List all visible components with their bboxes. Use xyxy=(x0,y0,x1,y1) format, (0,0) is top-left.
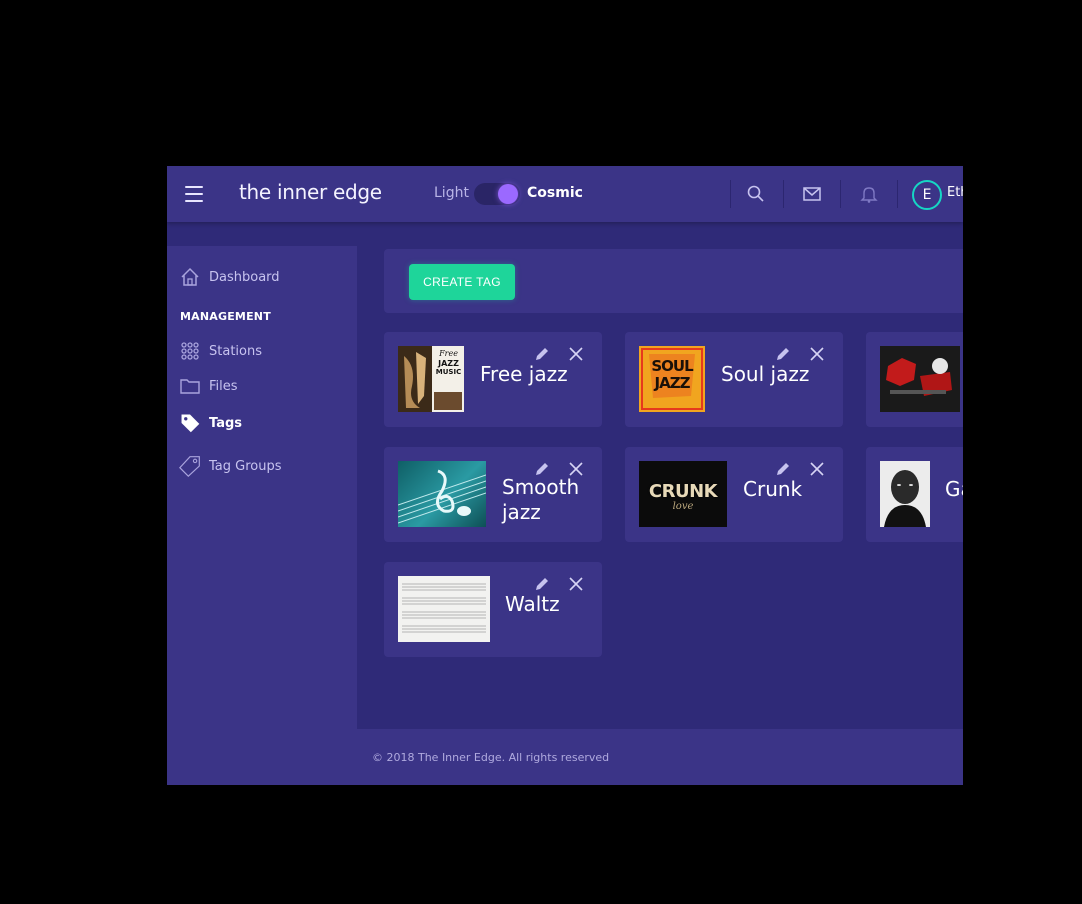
tag-name: Ga xyxy=(945,477,963,501)
mail-icon[interactable] xyxy=(802,184,822,204)
tag-name: Smooth jazz xyxy=(502,475,580,524)
edit-icon[interactable] xyxy=(534,576,550,592)
edit-icon[interactable] xyxy=(534,346,550,362)
header-divider xyxy=(897,180,898,208)
user-avatar[interactable]: E xyxy=(912,180,942,210)
tag-thumbnail: CRUNK love xyxy=(639,461,727,527)
grid-icon xyxy=(179,340,201,362)
brand-title[interactable]: the inner edge xyxy=(239,180,382,204)
tag-card[interactable]: Smooth jazz xyxy=(384,447,602,542)
create-tag-button[interactable]: CREATE TAG xyxy=(409,264,515,300)
sidebar-item-stations[interactable]: Stations xyxy=(179,340,262,362)
tag-card[interactable]: SOUL JAZZ Soul jazz xyxy=(625,332,843,427)
tag-name: Waltz xyxy=(505,592,560,616)
user-name[interactable]: Eth xyxy=(947,185,963,200)
sidebar-item-label: Stations xyxy=(209,343,262,359)
tag-name: Free jazz xyxy=(480,362,568,386)
toolbar-card: CREATE TAG xyxy=(384,249,963,313)
home-icon xyxy=(179,266,201,288)
footer: © 2018 The Inner Edge. All rights reserv… xyxy=(357,729,963,785)
theme-light-label: Light xyxy=(434,185,469,201)
folder-icon xyxy=(179,375,201,397)
copyright-text: © 2018 The Inner Edge. All rights reserv… xyxy=(372,750,610,764)
tag-thumbnail xyxy=(880,346,960,412)
thumb-text: JAZZ xyxy=(438,359,459,368)
sidebar-item-label: Dashboard xyxy=(209,269,280,285)
tags-icon xyxy=(179,412,201,434)
top-header: the inner edge Light Cosmic E Eth xyxy=(167,166,963,222)
theme-cosmic-label: Cosmic xyxy=(527,185,583,201)
tag-thumbnail xyxy=(398,576,490,642)
close-icon[interactable] xyxy=(568,576,584,592)
theme-toggle-knob xyxy=(498,184,518,204)
thumb-text: MUSIC xyxy=(435,368,462,376)
sidebar-item-tag-groups[interactable]: Tag Groups xyxy=(179,455,282,477)
sidebar-item-files[interactable]: Files xyxy=(179,375,238,397)
tag-card[interactable]: Waltz xyxy=(384,562,602,657)
tag-thumbnail xyxy=(398,461,486,527)
tag-thumbnail: SOUL JAZZ xyxy=(639,346,705,412)
tag-card[interactable]: Free JAZZ MUSIC Free jazz xyxy=(384,332,602,427)
sidebar-group-title: MANAGEMENT xyxy=(180,310,271,323)
tag-name: Soul jazz xyxy=(721,362,810,386)
sidebar-item-label: Tag Groups xyxy=(209,458,282,474)
menu-icon[interactable] xyxy=(185,186,203,202)
tag-thumbnail xyxy=(880,461,930,527)
thumb-text: love xyxy=(672,501,694,512)
close-icon[interactable] xyxy=(568,346,584,362)
tag-card[interactable]: Ga xyxy=(866,447,963,542)
sidebar: Dashboard MANAGEMENT Stations Files Tags… xyxy=(167,246,357,785)
close-icon[interactable] xyxy=(568,461,584,477)
tag-name: Crunk xyxy=(743,477,803,501)
theme-toggle[interactable] xyxy=(474,183,520,205)
header-divider xyxy=(840,180,841,208)
edit-icon[interactable] xyxy=(775,461,791,477)
thumb-text: Free xyxy=(439,349,458,358)
close-icon[interactable] xyxy=(809,461,825,477)
sidebar-item-tags[interactable]: Tags xyxy=(179,412,242,434)
thumb-text: CRUNK xyxy=(648,481,718,502)
tag-card[interactable] xyxy=(866,332,963,427)
thumb-text: SOUL JAZZ xyxy=(651,357,693,392)
tag-thumbnail: Free JAZZ MUSIC xyxy=(398,346,464,412)
tag-outline-icon xyxy=(179,455,201,477)
app-window: the inner edge Light Cosmic E Eth Dashbo… xyxy=(167,166,963,785)
tag-card[interactable]: CRUNK love Crunk xyxy=(625,447,843,542)
sidebar-item-label: Files xyxy=(209,378,238,394)
header-divider xyxy=(730,180,731,208)
search-icon[interactable] xyxy=(746,184,766,204)
sidebar-item-dashboard[interactable]: Dashboard xyxy=(179,266,280,288)
header-divider xyxy=(783,180,784,208)
sidebar-item-label: Tags xyxy=(209,415,243,431)
edit-icon[interactable] xyxy=(775,346,791,362)
edit-icon[interactable] xyxy=(534,461,550,477)
bell-icon[interactable] xyxy=(859,184,879,204)
close-icon[interactable] xyxy=(809,346,825,362)
